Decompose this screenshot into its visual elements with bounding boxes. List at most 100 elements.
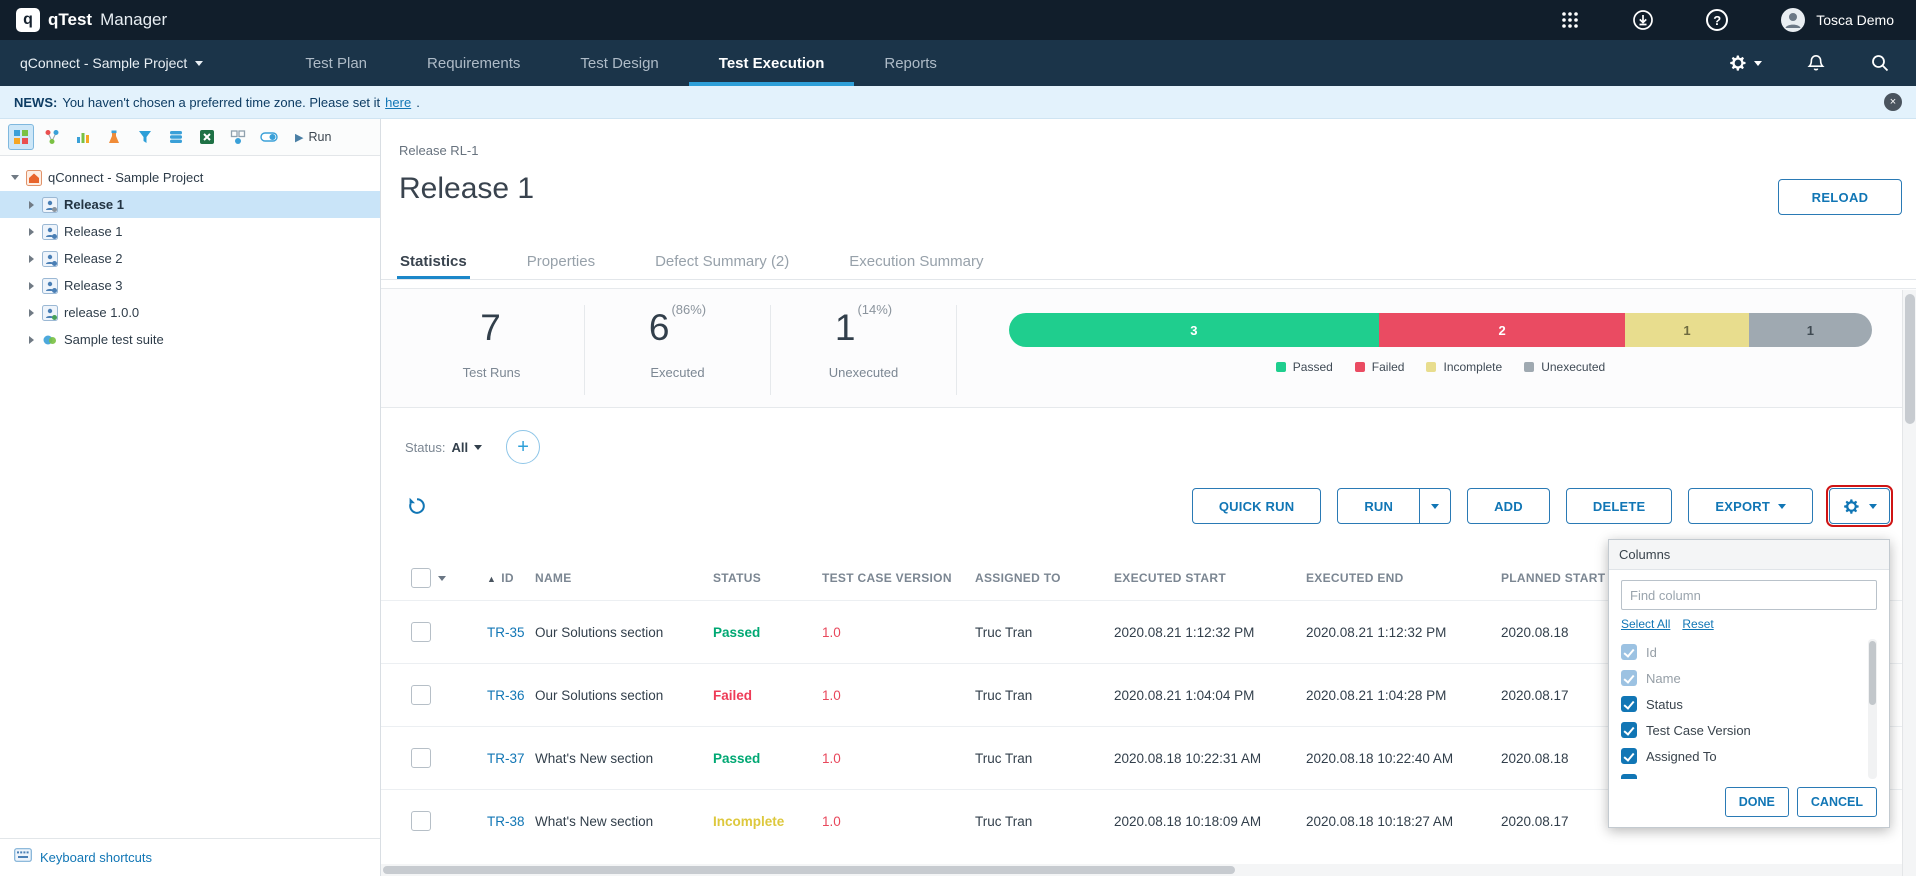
settings-gear-icon[interactable] — [1728, 53, 1762, 73]
nav-item-requirements[interactable]: Requirements — [397, 40, 550, 86]
select-all-link[interactable]: Select All — [1621, 617, 1670, 631]
filter-icon[interactable] — [132, 124, 158, 150]
refresh-icon[interactable] — [407, 496, 427, 516]
export-label: EXPORT — [1715, 499, 1770, 514]
chart-icon[interactable] — [70, 124, 96, 150]
column-header-name[interactable]: NAME — [535, 571, 713, 585]
data-stack-icon[interactable] — [163, 124, 189, 150]
nav-item-test-plan[interactable]: Test Plan — [275, 40, 397, 86]
run-id-link[interactable]: TR-38 — [487, 814, 525, 829]
checkbox-checked-disabled[interactable] — [1621, 670, 1637, 686]
add-filter-button[interactable]: + — [506, 430, 540, 464]
tab-execution-summary[interactable]: Execution Summary — [846, 244, 986, 279]
hierarchy-icon[interactable] — [39, 124, 65, 150]
tree-item-release-1[interactable]: Release 1 — [0, 191, 380, 218]
run-id-link[interactable]: TR-36 — [487, 688, 525, 703]
select-all-checkbox[interactable] — [411, 568, 431, 588]
run-id-link[interactable]: TR-37 — [487, 751, 525, 766]
row-checkbox[interactable] — [411, 811, 431, 831]
keyboard-shortcuts-link[interactable]: Keyboard shortcuts — [40, 850, 152, 865]
release-icon — [42, 224, 58, 240]
caret-collapsed-icon[interactable] — [26, 228, 36, 236]
export-button[interactable]: EXPORT — [1688, 488, 1813, 524]
nav-item-reports[interactable]: Reports — [854, 40, 967, 86]
nav-item-test-design[interactable]: Test Design — [550, 40, 688, 86]
column-option-partial[interactable] — [1621, 769, 1863, 779]
row-checkbox[interactable] — [411, 748, 431, 768]
column-option-assigned-to[interactable]: Assigned To — [1621, 743, 1863, 769]
executed-start: 2020.08.18 10:18:09 AM — [1114, 814, 1306, 829]
news-close-icon[interactable]: × — [1884, 93, 1902, 111]
caret-collapsed-icon[interactable] — [26, 282, 36, 290]
user-menu[interactable]: Tosca Demo — [1780, 7, 1894, 33]
help-icon[interactable]: ? — [1706, 9, 1728, 31]
checkbox-checked[interactable] — [1621, 696, 1637, 712]
done-button[interactable]: DONE — [1725, 787, 1789, 817]
checkbox-checked[interactable] — [1621, 722, 1637, 738]
horizontal-scrollbar-thumb[interactable] — [383, 866, 1235, 874]
status-filter-row: Status: All + — [381, 408, 1916, 464]
run-dropdown-button[interactable] — [1420, 488, 1451, 524]
tab-properties[interactable]: Properties — [524, 244, 598, 279]
column-option-id[interactable]: Id — [1621, 639, 1863, 665]
search-icon[interactable] — [1870, 53, 1890, 73]
tab-defect-summary[interactable]: Defect Summary (2) — [652, 244, 792, 279]
column-option-name[interactable]: Name — [1621, 665, 1863, 691]
test-tube-icon[interactable] — [101, 124, 127, 150]
project-selector[interactable]: qConnect - Sample Project — [0, 40, 223, 86]
tree-item-sample-test-suite[interactable]: Sample test suite — [0, 326, 380, 353]
download-icon[interactable] — [1632, 9, 1654, 31]
apps-grid-icon[interactable] — [1560, 10, 1580, 30]
tab-statistics[interactable]: Statistics — [397, 244, 470, 279]
checkbox-checked[interactable] — [1621, 774, 1637, 779]
quick-run-button[interactable]: QUICK RUN — [1192, 488, 1321, 524]
caret-collapsed-icon[interactable] — [26, 309, 36, 317]
news-here-link[interactable]: here — [385, 95, 411, 110]
nav-item-test-execution[interactable]: Test Execution — [689, 40, 855, 86]
notifications-bell-icon[interactable] — [1806, 53, 1826, 73]
add-button[interactable]: ADD — [1467, 488, 1550, 524]
row-checkbox[interactable] — [411, 622, 431, 642]
checkbox-checked[interactable] — [1621, 748, 1637, 764]
vertical-scrollbar-thumb[interactable] — [1905, 294, 1915, 424]
column-settings-gear-button[interactable] — [1829, 488, 1890, 524]
column-option-status[interactable]: Status — [1621, 691, 1863, 717]
run-id-link[interactable]: TR-35 — [487, 625, 525, 640]
legend-swatch — [1426, 362, 1436, 372]
run-button[interactable]: ▶ Run — [295, 130, 331, 144]
caret-collapsed-icon[interactable] — [26, 201, 36, 209]
delete-button[interactable]: DELETE — [1566, 488, 1672, 524]
row-checkbox[interactable] — [411, 685, 431, 705]
caret-collapsed-icon[interactable] — [26, 336, 36, 344]
excel-export-icon[interactable] — [194, 124, 220, 150]
grid-icon[interactable] — [8, 124, 34, 150]
reset-link[interactable]: Reset — [1682, 617, 1713, 631]
find-column-input[interactable] — [1621, 580, 1877, 610]
caret-collapsed-icon[interactable] — [26, 255, 36, 263]
checkbox-checked-disabled[interactable] — [1621, 644, 1637, 660]
tree-item-qconnect-sample-project[interactable]: qConnect - Sample Project — [0, 164, 380, 191]
column-header-assigned-to[interactable]: ASSIGNED TO — [975, 571, 1114, 585]
column-header-id[interactable]: ▲ID — [487, 571, 535, 585]
tree-item-release-1-b[interactable]: Release 1 — [0, 218, 380, 245]
segment-value: 1 — [1807, 323, 1814, 338]
caret-expanded-icon[interactable] — [10, 175, 20, 180]
column-header-executed-start[interactable]: EXECUTED START — [1114, 571, 1306, 585]
toggle-icon[interactable] — [256, 124, 282, 150]
reload-button[interactable]: RELOAD — [1778, 179, 1902, 215]
news-text: You haven't chosen a preferred time zone… — [62, 95, 380, 110]
tree-item-release-2[interactable]: Release 2 — [0, 245, 380, 272]
run-grid-button[interactable]: RUN — [1337, 488, 1420, 524]
column-option-test-case-version[interactable]: Test Case Version — [1621, 717, 1863, 743]
tree-item-release-1-0-0[interactable]: release 1.0.0 — [0, 299, 380, 326]
column-header-executed-end[interactable]: EXECUTED END — [1306, 571, 1501, 585]
legend-swatch — [1524, 362, 1534, 372]
select-menu-caret-icon[interactable] — [438, 576, 446, 581]
tree-item-release-3[interactable]: Release 3 — [0, 272, 380, 299]
cancel-button[interactable]: CANCEL — [1797, 787, 1877, 817]
components-icon[interactable] — [225, 124, 251, 150]
status-filter[interactable]: All — [451, 440, 482, 455]
column-header-test-case-version[interactable]: TEST CASE VERSION — [822, 571, 975, 585]
column-header-status[interactable]: STATUS — [713, 571, 822, 585]
popover-scrollbar-thumb[interactable] — [1869, 641, 1876, 705]
